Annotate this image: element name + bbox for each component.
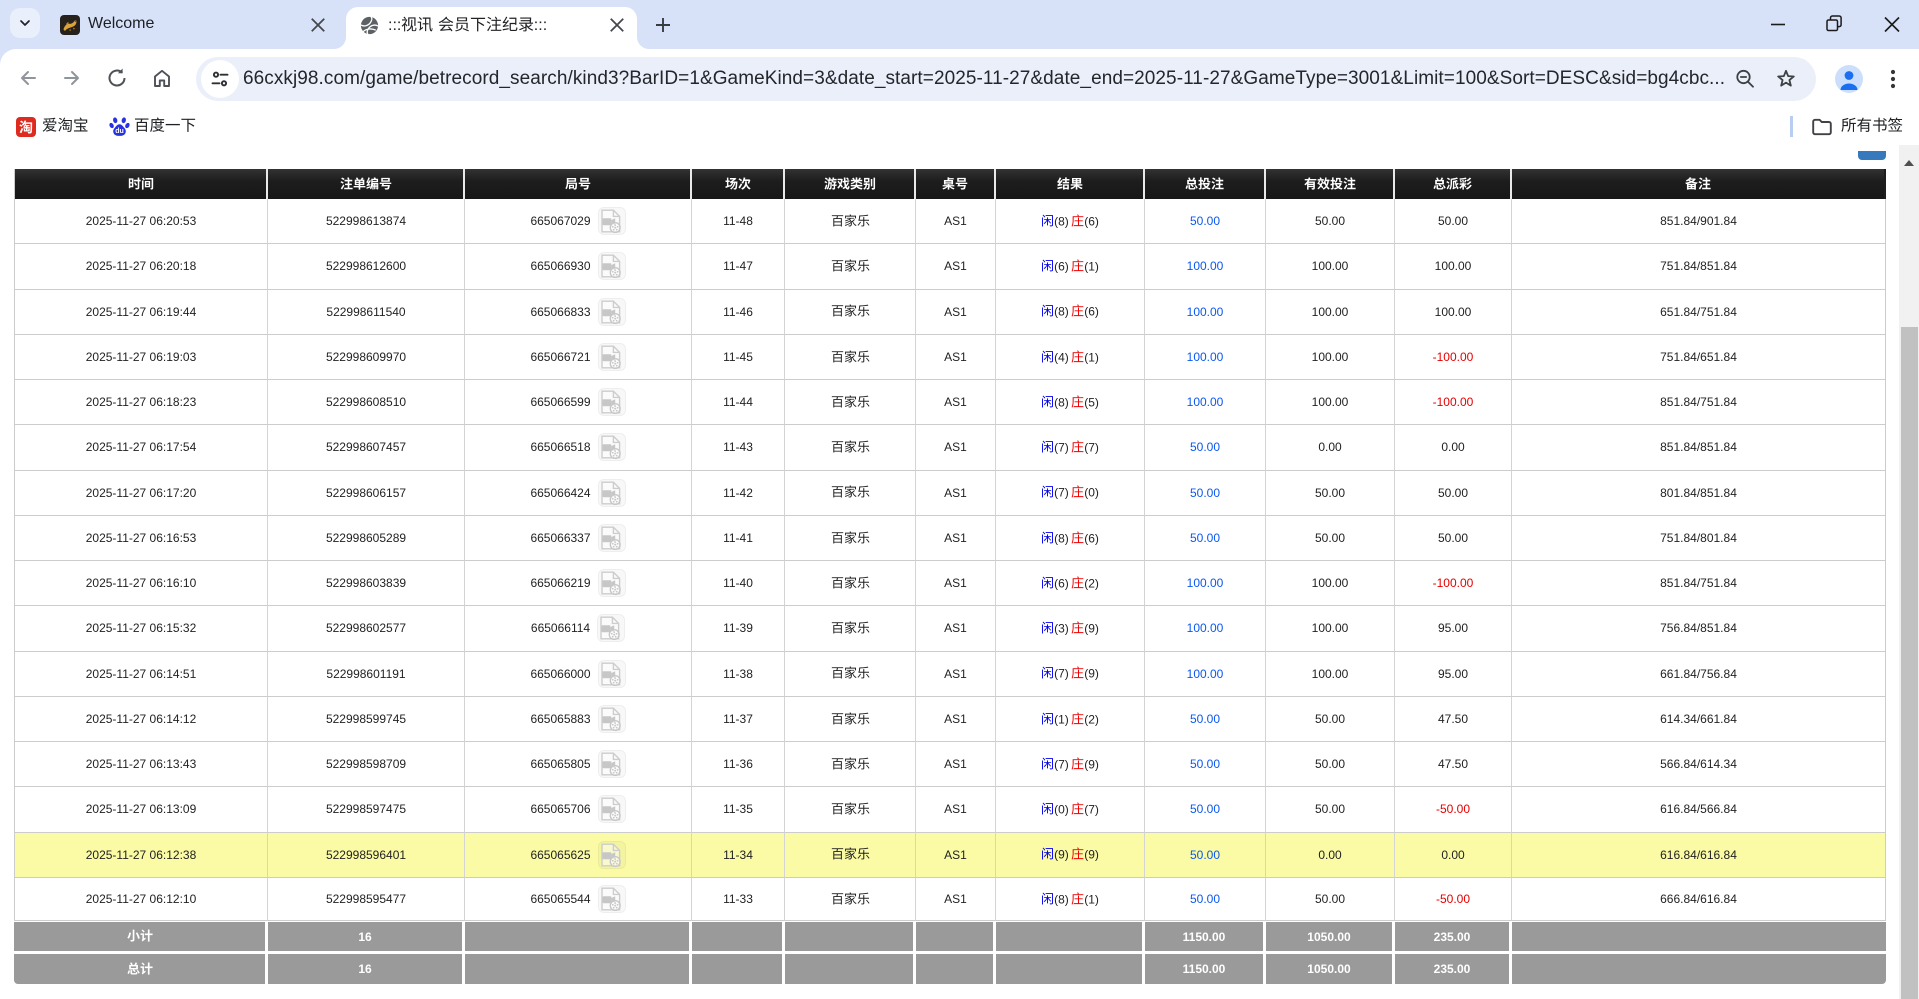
svg-text:du: du	[115, 128, 124, 135]
